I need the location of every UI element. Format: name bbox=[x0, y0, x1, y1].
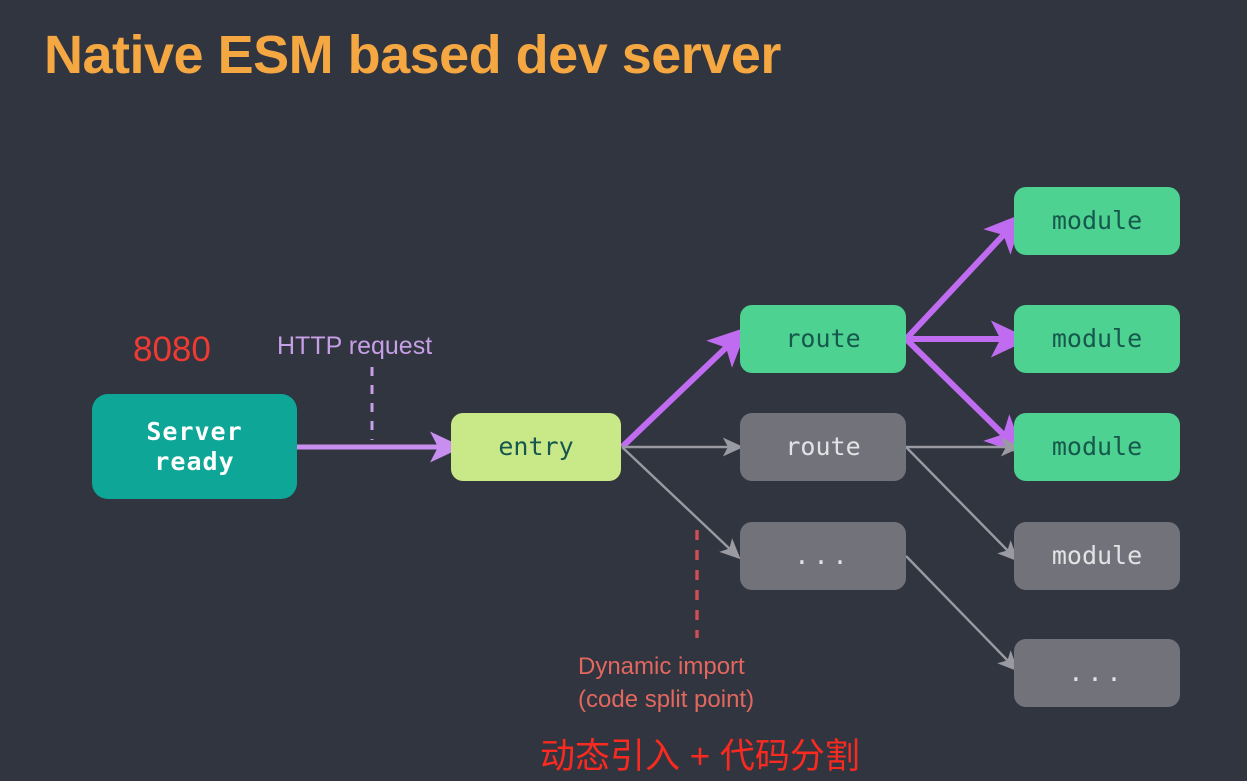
node-server-ready[interactable]: Server ready bbox=[92, 394, 297, 499]
port-label: 8080 bbox=[133, 330, 211, 369]
dynamic-import-line-2: (code split point) bbox=[578, 686, 755, 714]
edge-route-inactive-to-module-4 bbox=[905, 446, 1019, 562]
node-route-active[interactable]: route bbox=[740, 305, 906, 373]
node-module-2[interactable]: module bbox=[1014, 305, 1180, 373]
edge-route-to-module-1 bbox=[903, 213, 1024, 342]
node-module-1[interactable]: module bbox=[1014, 187, 1180, 255]
edge-route-to-module-3 bbox=[903, 336, 1025, 456]
slide-canvas: Native ESM based dev server 8080 HTTP re… bbox=[0, 0, 1247, 781]
node-entry[interactable]: entry bbox=[451, 413, 621, 481]
edge-entry-to-route-more bbox=[621, 446, 741, 560]
page-title: Native ESM based dev server bbox=[44, 25, 781, 85]
node-route-more[interactable]: ... bbox=[740, 522, 906, 590]
node-route-inactive[interactable]: route bbox=[740, 413, 906, 481]
edge-route-more-to-module-more bbox=[905, 555, 1019, 672]
node-module-more[interactable]: ... bbox=[1014, 639, 1180, 707]
edge-entry-to-route-active bbox=[619, 326, 748, 450]
dynamic-import-label: Dynamic import (code split point) bbox=[578, 650, 754, 716]
chinese-caption: 动态引入 + 代码分割 bbox=[540, 737, 860, 776]
node-module-3[interactable]: module bbox=[1014, 413, 1180, 481]
http-request-label: HTTP request bbox=[277, 332, 433, 360]
node-module-4[interactable]: module bbox=[1014, 522, 1180, 590]
dynamic-import-line-1: Dynamic import bbox=[578, 653, 745, 680]
